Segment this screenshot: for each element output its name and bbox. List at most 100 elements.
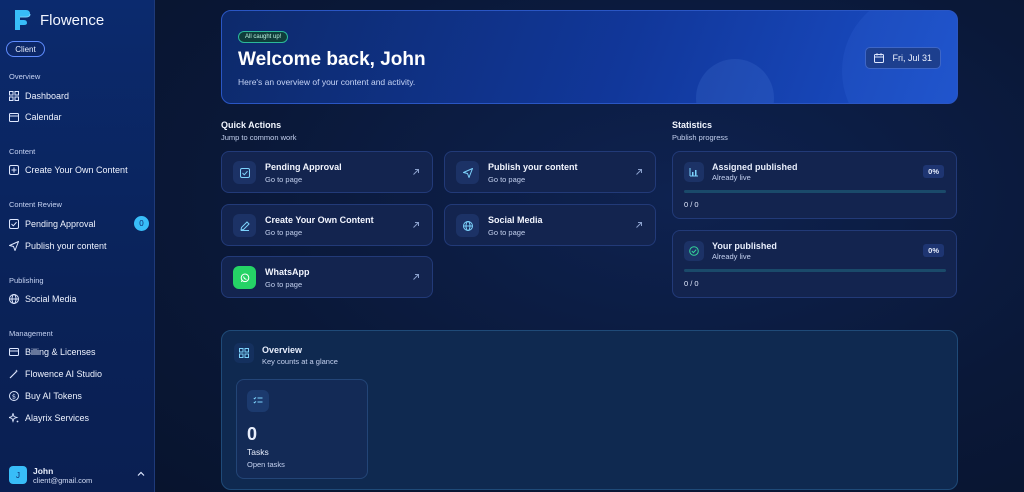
arrow-up-right-icon — [636, 222, 642, 228]
send-icon — [9, 241, 19, 251]
qa-title: Create Your Own Content — [265, 215, 374, 225]
globe-icon — [9, 294, 19, 304]
list-check-icon — [253, 396, 263, 404]
stat-icon-box — [684, 241, 704, 261]
quick-action-create-content[interactable]: Create Your Own Content Go to page — [221, 204, 433, 246]
sidebar-item-label: Buy AI Tokens — [25, 391, 82, 401]
arrow-up-right-icon — [413, 222, 419, 228]
nav-section-overview: Overview — [9, 72, 41, 81]
status-badge: All caught up! — [238, 31, 289, 43]
svg-text:$: $ — [12, 393, 16, 401]
stat-title: Your published — [712, 241, 777, 251]
overview-panel: Overview Key counts at a glance 0 Tasks … — [221, 330, 958, 490]
qa-sub: Go to page — [488, 228, 526, 237]
chevron-up-icon[interactable] — [137, 470, 145, 478]
sidebar-item-pending-approval[interactable]: Pending Approval 0 — [9, 216, 149, 232]
quick-action-whatsapp[interactable]: WhatsApp Go to page — [221, 256, 433, 298]
user-email: client@gmail.com — [33, 475, 93, 485]
avatar: J — [9, 466, 27, 484]
sidebar-item-social-media[interactable]: Social Media — [9, 291, 149, 307]
sidebar-item-publish-content[interactable]: Publish your content — [9, 238, 149, 254]
pencil-icon — [239, 220, 250, 231]
page-title: Welcome back, John — [238, 49, 426, 70]
globe-icon — [462, 220, 473, 231]
sidebar-item-label: Billing & Licenses — [25, 347, 96, 357]
sidebar-item-label: Social Media — [25, 294, 77, 304]
bar-chart-icon — [689, 168, 698, 177]
sidebar-item-alayrix-services[interactable]: Alayrix Services — [9, 410, 149, 426]
coin-icon: $ — [9, 391, 19, 401]
sidebar-item-billing[interactable]: Billing & Licenses — [9, 344, 149, 360]
sidebar-item-label: Publish your content — [25, 241, 107, 251]
qa-icon-box — [456, 214, 479, 237]
send-icon — [462, 167, 473, 178]
sidebar-item-create-content[interactable]: Create Your Own Content — [9, 162, 149, 178]
sidebar-item-ai-studio[interactable]: Flowence AI Studio — [9, 366, 149, 382]
sidebar-item-label: Create Your Own Content — [25, 165, 128, 175]
sidebar-item-calendar[interactable]: Calendar — [9, 109, 149, 125]
stat-percent: 0% — [923, 244, 944, 257]
qa-sub: Go to page — [265, 280, 303, 289]
quick-actions-title: Quick Actions — [221, 120, 282, 130]
arrow-up-right-icon — [413, 169, 419, 175]
quick-action-social-media[interactable]: Social Media Go to page — [444, 204, 656, 246]
tasks-card[interactable]: 0 Tasks Open tasks — [236, 379, 368, 479]
qa-icon-box — [233, 214, 256, 237]
tasks-sublabel: Open tasks — [247, 460, 285, 469]
stat-icon-box — [684, 162, 704, 182]
nav-section-publishing: Publishing — [9, 276, 44, 285]
brand[interactable]: Flowence — [12, 8, 104, 32]
stat-sub: Already live — [712, 173, 751, 182]
arrow-up-right-icon — [413, 274, 419, 280]
flowence-logo-icon — [15, 10, 31, 30]
tasks-count: 0 — [247, 424, 258, 444]
qa-icon-box — [233, 266, 256, 289]
sidebar-item-label: Flowence AI Studio — [25, 369, 103, 379]
task-icon-box — [247, 390, 269, 412]
user-menu[interactable]: J John client@gmail.com — [9, 462, 149, 488]
calendar-icon — [9, 113, 19, 122]
qa-sub: Go to page — [488, 175, 526, 184]
welcome-banner: All caught up! Welcome back, John Here's… — [221, 10, 958, 104]
sidebar-item-dashboard[interactable]: Dashboard — [9, 88, 149, 104]
wand-icon — [9, 369, 19, 379]
qa-title: Pending Approval — [265, 162, 342, 172]
sidebar-item-label: Pending Approval — [25, 219, 96, 229]
main-content: All caught up! Welcome back, John Here's… — [155, 0, 1024, 492]
qa-icon-box — [233, 161, 256, 184]
stat-card-your-published: Your published Already live 0% 0 / 0 — [672, 230, 957, 298]
quick-action-pending-approval[interactable]: Pending Approval Go to page — [221, 151, 433, 193]
sidebar-item-buy-tokens[interactable]: $ Buy AI Tokens — [9, 388, 149, 404]
card-icon — [9, 348, 19, 356]
nav-section-content-review: Content Review — [9, 200, 62, 209]
statistics-title: Statistics — [672, 120, 713, 130]
user-info: John client@gmail.com — [33, 466, 92, 485]
check-square-icon — [9, 219, 19, 229]
qa-sub: Go to page — [265, 175, 303, 184]
role-badge[interactable]: Client — [6, 41, 45, 57]
date-label: Fri, Jul 31 — [892, 53, 932, 63]
quick-action-publish-content[interactable]: Publish your content Go to page — [444, 151, 656, 193]
sidebar-item-label: Calendar — [25, 112, 62, 122]
hero-decoration — [696, 59, 774, 103]
qa-sub: Go to page — [265, 228, 303, 237]
brand-name: Flowence — [40, 11, 105, 29]
sidebar-item-label: Alayrix Services — [25, 413, 90, 423]
whatsapp-icon — [240, 273, 249, 282]
overview-subtitle: Key counts at a glance — [262, 357, 338, 366]
progress-bar — [684, 269, 946, 272]
check-square-icon — [239, 167, 250, 178]
overview-title: Overview — [262, 345, 303, 355]
plus-square-icon — [9, 165, 19, 175]
stat-sub: Already live — [712, 252, 751, 261]
qa-title: Social Media — [488, 215, 543, 225]
qa-title: WhatsApp — [265, 267, 310, 277]
quick-actions-subtitle: Jump to common work — [221, 133, 297, 142]
date-chip[interactable]: Fri, Jul 31 — [865, 47, 941, 69]
user-name: John — [33, 465, 54, 476]
stat-count: 0 / 0 — [684, 200, 699, 209]
calendar-icon — [874, 53, 885, 63]
qa-icon-box — [456, 161, 479, 184]
stat-percent: 0% — [923, 165, 944, 178]
nav-section-content: Content — [9, 147, 36, 156]
